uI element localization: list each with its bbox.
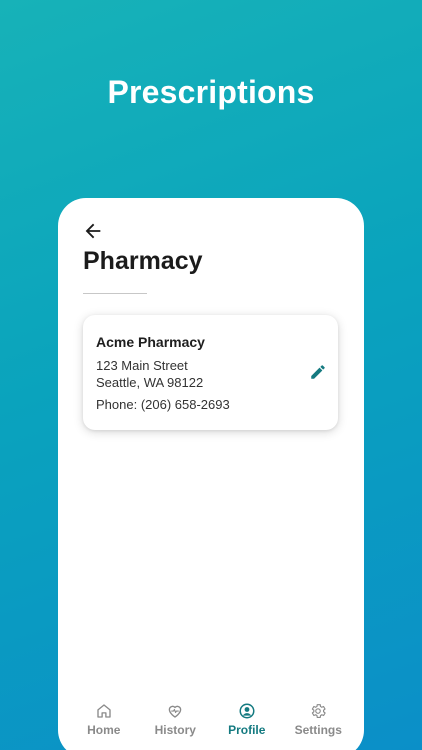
pharmacy-address-line1: 123 Main Street — [96, 358, 188, 373]
pharmacy-phone: Phone: (206) 658-2693 — [96, 397, 230, 412]
heart-icon — [168, 705, 182, 718]
bottom-tab-bar: Home History Profile Settings — [58, 698, 364, 750]
tab-history[interactable]: History — [143, 698, 207, 750]
edit-pencil-icon[interactable] — [309, 363, 327, 381]
pharmacy-card[interactable]: Acme Pharmacy 123 Main Street Seattle, W… — [83, 315, 338, 430]
tab-history-label: History — [154, 723, 196, 737]
tab-profile[interactable]: Profile — [215, 698, 279, 750]
pharmacy-address-line2: Seattle, WA 98122 — [96, 375, 204, 390]
gear-icon — [312, 704, 326, 718]
tab-home-label: Home — [87, 723, 121, 737]
tab-home[interactable]: Home — [72, 698, 136, 750]
home-icon — [97, 704, 111, 718]
tab-settings[interactable]: Settings — [286, 698, 350, 750]
back-arrow-icon[interactable] — [82, 220, 104, 242]
profile-icon — [239, 703, 255, 719]
page-title: Pharmacy — [83, 247, 203, 275]
promo-headline: Prescriptions — [107, 74, 315, 110]
phone-screen: Pharmacy Acme Pharmacy 123 Main Street S… — [58, 198, 364, 750]
tab-settings-label: Settings — [294, 723, 342, 737]
tab-profile-label: Profile — [228, 723, 266, 737]
pharmacy-name: Acme Pharmacy — [96, 334, 205, 350]
title-divider — [83, 293, 147, 294]
